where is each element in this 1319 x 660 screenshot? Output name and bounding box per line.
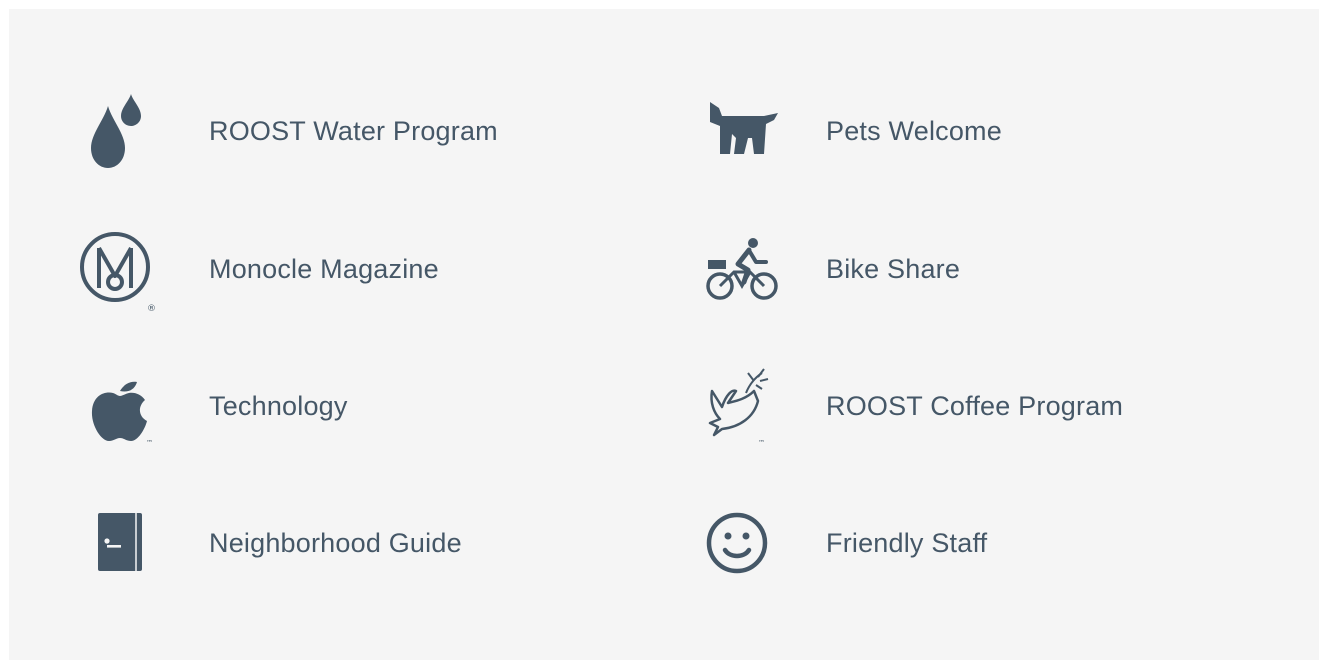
amenity-label: Friendly Staff bbox=[826, 527, 988, 558]
amenity-pets-welcome: Pets Welcome bbox=[692, 81, 1002, 181]
amenity-label: ROOST Coffee Program bbox=[826, 390, 1124, 421]
amenity-monocle-magazine: ® Monocle Magazine bbox=[75, 219, 439, 319]
amenity-label: Technology bbox=[209, 390, 348, 421]
dove-logo-icon: ™ bbox=[692, 361, 782, 451]
guide-book-icon bbox=[75, 498, 165, 588]
amenity-technology: ™ Technology bbox=[75, 356, 348, 456]
monocle-logo-icon: ® bbox=[75, 224, 165, 314]
trademark-mark: ™ bbox=[758, 439, 765, 447]
registered-mark: ® bbox=[147, 304, 156, 314]
amenity-label: Monocle Magazine bbox=[209, 253, 439, 284]
amenity-label: Neighborhood Guide bbox=[209, 527, 462, 558]
smiley-face-icon bbox=[692, 498, 782, 588]
bicycle-icon bbox=[692, 224, 782, 314]
amenity-label: Bike Share bbox=[826, 253, 961, 284]
amenity-label: ROOST Water Program bbox=[209, 115, 498, 146]
amenity-water-program: ROOST Water Program bbox=[75, 81, 498, 181]
amenity-bike-share: Bike Share bbox=[692, 219, 960, 319]
amenity-label: Pets Welcome bbox=[826, 115, 1002, 146]
apple-logo-icon: ™ bbox=[75, 361, 165, 451]
amenities-panel: ROOST Water Program ® Monocle Magazine ™… bbox=[9, 9, 1319, 660]
amenity-friendly-staff: Friendly Staff bbox=[692, 493, 987, 593]
dog-icon bbox=[692, 86, 782, 176]
trademark-mark: ™ bbox=[146, 439, 153, 447]
water-drops-icon bbox=[75, 86, 165, 176]
amenity-coffee-program: ™ ROOST Coffee Program bbox=[692, 356, 1123, 456]
amenity-neighborhood-guide: Neighborhood Guide bbox=[75, 493, 462, 593]
